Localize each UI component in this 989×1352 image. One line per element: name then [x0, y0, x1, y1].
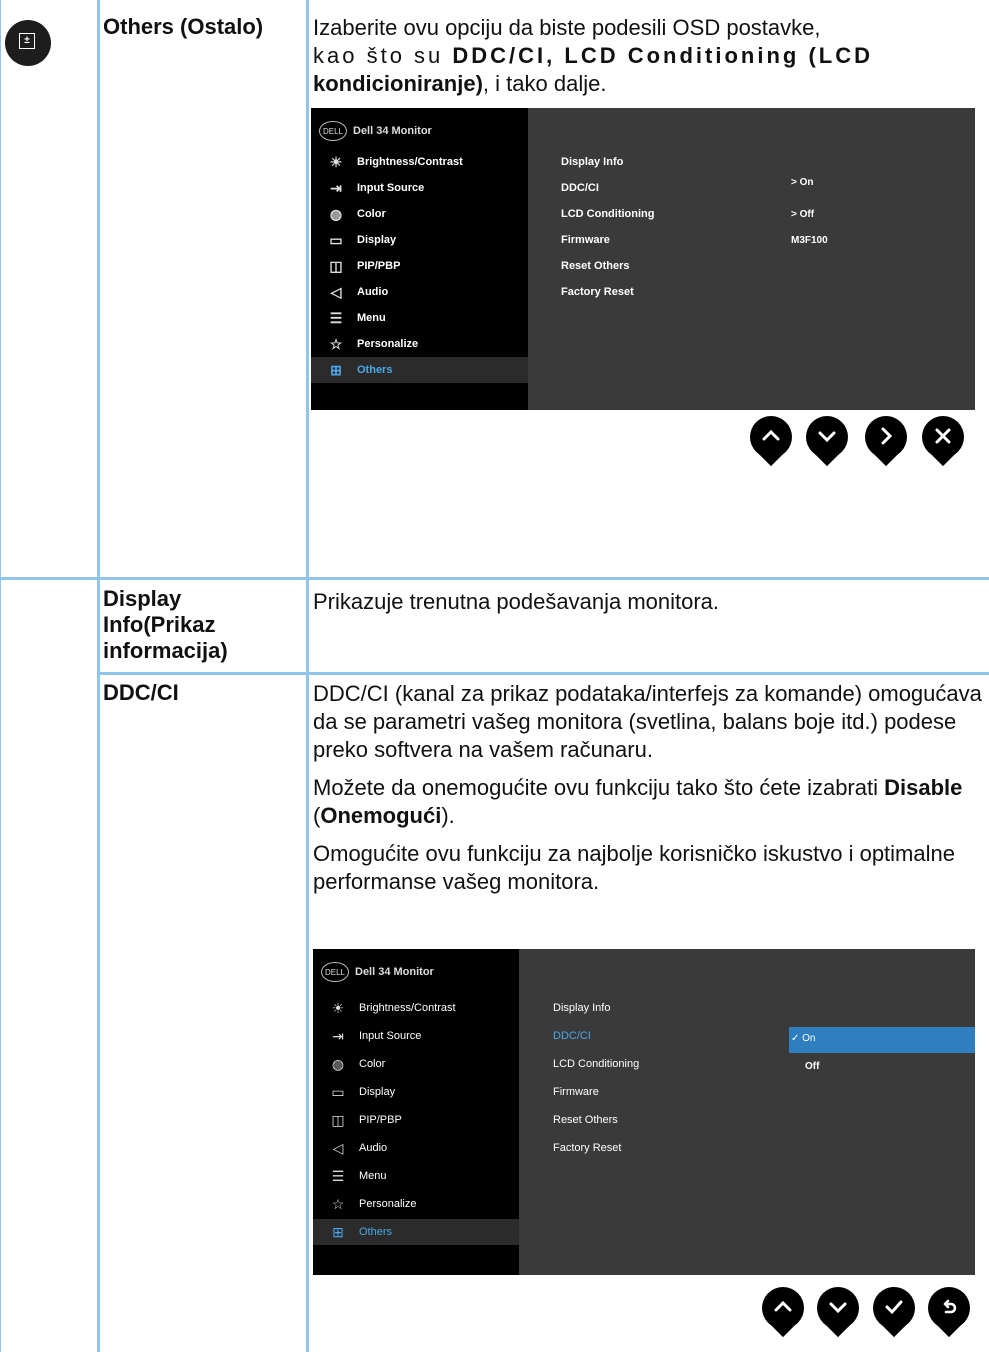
osd-option: LCD Conditioning — [553, 1058, 640, 1070]
osd-menu-item: ☰ Menu — [311, 305, 528, 331]
osd-value-on: ✓ On — [791, 1033, 816, 1044]
osd-menu-screenshot: DELL Dell 34 Monitor ☀ Brightness/Contrast… — [311, 108, 975, 410]
osd-option: Factory Reset — [561, 286, 634, 298]
osd-menu-item-active: ⊞ Others — [313, 1219, 519, 1245]
row-title-display-info: Display Info(Prikaz informacija) — [103, 586, 228, 663]
osd-option-selected: DDC/CI — [553, 1030, 591, 1042]
osd-option: DDC/CI — [561, 182, 599, 194]
personalize-icon: ☆ — [329, 335, 343, 352]
color-icon: ◍ — [331, 1055, 345, 1072]
others-icon: ⊞ — [330, 361, 342, 378]
osd-menu-item: ☀ Brightness/Contrast — [313, 995, 519, 1021]
row-title-others: Others (Ostalo) — [103, 14, 264, 39]
audio-icon: ◁ — [332, 1139, 344, 1156]
osd-menu-item: ◍ Color — [311, 201, 528, 227]
osd-option: Display Info — [553, 1002, 611, 1014]
osd-option: Display Info — [561, 156, 624, 168]
check-button — [873, 1287, 915, 1329]
osd-menu-item: ☰ Menu — [313, 1163, 519, 1189]
grid-line — [306, 0, 309, 1352]
osd-option: Firmware — [553, 1086, 599, 1098]
osd-menu-item: ◫ PIP/PBP — [311, 253, 528, 279]
osd-menu-item: ☆ Personalize — [313, 1191, 519, 1217]
dell-logo: DELL — [319, 121, 347, 141]
osd-menu-item: ▭ Display — [311, 227, 528, 253]
osd-menu-item: ⇥ Input Source — [311, 175, 528, 201]
up-button — [750, 416, 792, 458]
input-source-icon: ⇥ — [332, 1027, 344, 1044]
osd-menu-item: ◫ PIP/PBP — [313, 1107, 519, 1133]
osd-menu-item: ◍ Color — [313, 1051, 519, 1077]
back-button — [928, 1287, 970, 1329]
osd-menu-item: ◁ Audio — [313, 1135, 519, 1161]
right-button — [865, 416, 907, 458]
osd-menu-item: ☆ Personalize — [311, 331, 528, 357]
osd-menu-item: ⇥ Input Source — [313, 1023, 519, 1049]
row-desc-ddcci: DDC/CI (kanal za prikaz podataka/interfe… — [313, 681, 982, 894]
pip-pbp-icon: ◫ — [329, 257, 343, 274]
display-icon: ▭ — [331, 1083, 345, 1100]
grid-line — [0, 0, 1, 1352]
osd-option: LCD Conditioning — [561, 208, 655, 220]
osd-option: Factory Reset — [553, 1142, 622, 1154]
osd-brand: DELL Dell 34 Monitor — [321, 961, 434, 983]
personalize-icon: ☆ — [331, 1195, 345, 1212]
grid-line — [100, 672, 989, 675]
osd-option: Reset Others — [561, 260, 630, 272]
row-desc-others: Izaberite ovu opciju da biste podesili O… — [313, 15, 873, 96]
osd-menu-item-active: ⊞ Others — [311, 357, 528, 383]
grid-line — [97, 0, 100, 1352]
brightness-icon: ☀ — [331, 999, 345, 1016]
dell-logo: DELL — [321, 962, 349, 982]
others-icon: ⊞ — [332, 1223, 344, 1240]
osd-menu-screenshot: DELL Dell 34 Monitor ☀ Brightness/Contrast… — [313, 949, 975, 1275]
osd-option: Firmware — [561, 234, 610, 246]
pip-pbp-icon: ◫ — [331, 1111, 345, 1128]
row-title-ddcci: DDC/CI — [103, 680, 179, 705]
osd-menu-item: ◁ Audio — [311, 279, 528, 305]
osd-value: > On — [791, 177, 814, 188]
menu-icon: ☰ — [329, 309, 343, 326]
down-button — [817, 1287, 859, 1329]
brightness-icon: ☀ — [329, 153, 343, 170]
display-icon: ▭ — [329, 231, 343, 248]
grid-line — [0, 577, 989, 580]
osd-value: > Off — [791, 209, 815, 220]
audio-icon: ◁ — [330, 283, 342, 300]
osd-value: M3F100 — [791, 235, 828, 246]
input-source-icon: ⇥ — [330, 179, 342, 196]
close-button — [922, 416, 964, 458]
color-icon: ◍ — [329, 205, 343, 222]
osd-option: Reset Others — [553, 1114, 618, 1126]
up-button — [762, 1287, 804, 1329]
osd-menu-item: ☀ Brightness/Contrast — [311, 149, 528, 175]
osd-menu-item: ▭ Display — [313, 1079, 519, 1105]
down-button — [806, 416, 848, 458]
selection-highlight — [789, 1027, 975, 1053]
menu-icon: ☰ — [331, 1167, 345, 1184]
row-desc-display-info: Prikazuje trenutna podešavanja monitora. — [313, 589, 720, 614]
others-icon: ± — [5, 20, 51, 66]
osd-value-off: Off — [805, 1061, 820, 1072]
osd-brand: DELL Dell 34 Monitor — [319, 120, 432, 142]
